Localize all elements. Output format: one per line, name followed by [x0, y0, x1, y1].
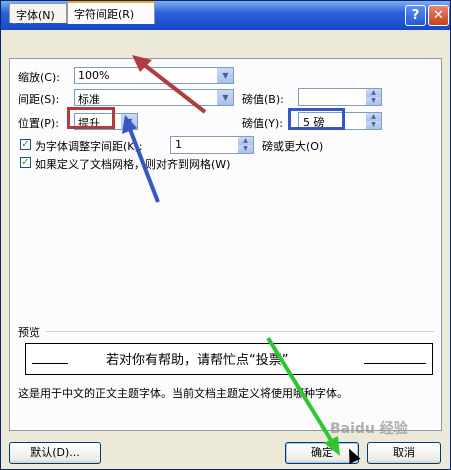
spin-down-icon[interactable]: ▼ — [366, 97, 381, 105]
spin-up-icon[interactable]: ▲ — [366, 89, 381, 97]
kerning-checkbox[interactable]: ✓ — [20, 139, 31, 150]
scale-value: 100% — [78, 69, 110, 82]
preview-baseline-left — [32, 363, 68, 364]
tab-character-spacing[interactable]: 字符间距(R) — [67, 1, 155, 24]
kerning-field[interactable]: 1 ▲ ▼ — [170, 136, 254, 154]
spin-down-icon[interactable]: ▼ — [366, 121, 381, 129]
position-pt-label: 磅值(Y): — [242, 117, 284, 130]
preview-box: 若对你有帮助，请帮忙点“投票” — [25, 343, 433, 375]
cancel-button[interactable]: 取消 — [367, 442, 441, 464]
kerning-suffix: 磅或更大(O) — [262, 140, 324, 153]
spacing-pt-label: 磅值(B): — [242, 93, 284, 106]
position-pt-highlight-box — [288, 108, 345, 130]
help-button[interactable]: ? — [405, 5, 426, 26]
scale-label: 缩放(C): — [18, 71, 60, 84]
position-highlight-box — [67, 107, 115, 129]
chevron-down-icon[interactable]: ▼ — [217, 90, 233, 105]
tab-font[interactable]: 字体(N) — [9, 3, 67, 23]
kerning-label: 为字体调整字间距(K): — [35, 140, 143, 153]
font-dialog: 字体 ? ✕ 字体(N) 字符间距(R) 缩放(C): 100% ▼ 间距(S)… — [0, 0, 451, 470]
preview-description: 这是用于中文的正文主题字体。当前文档主题定义将使用哪种字体。 — [18, 387, 348, 400]
spacing-value: 标准 — [78, 93, 100, 106]
position-label: 位置(P): — [18, 117, 59, 130]
spin-down-icon[interactable]: ▼ — [238, 145, 253, 153]
spin-up-icon[interactable]: ▲ — [238, 137, 253, 145]
preview-baseline-right — [364, 363, 426, 364]
grid-label: 如果定义了文档网格，则对齐到网格(W) — [35, 158, 231, 171]
spacing-select[interactable]: 标准 ▼ — [74, 89, 234, 106]
scale-select[interactable]: 100% ▼ — [74, 67, 234, 84]
spin-up-icon[interactable]: ▲ — [366, 113, 381, 121]
close-button[interactable]: ✕ — [428, 5, 449, 26]
preview-sample-text: 若对你有帮助，请帮忙点“投票” — [106, 353, 289, 368]
chevron-down-icon[interactable]: ▼ — [217, 68, 233, 83]
kerning-value: 1 — [175, 138, 182, 151]
spacing-label: 间距(S): — [18, 93, 60, 106]
preview-heading: 预览 — [18, 326, 40, 339]
baidu-watermark: Baidu 经验 — [330, 421, 408, 437]
spacing-pt-field[interactable]: ▲ ▼ — [298, 88, 382, 106]
default-button[interactable]: 默认(D)... — [9, 442, 101, 464]
chevron-down-icon[interactable]: ▼ — [121, 114, 137, 129]
grid-checkbox[interactable]: ✓ — [20, 157, 31, 168]
preview-divider — [46, 331, 434, 332]
